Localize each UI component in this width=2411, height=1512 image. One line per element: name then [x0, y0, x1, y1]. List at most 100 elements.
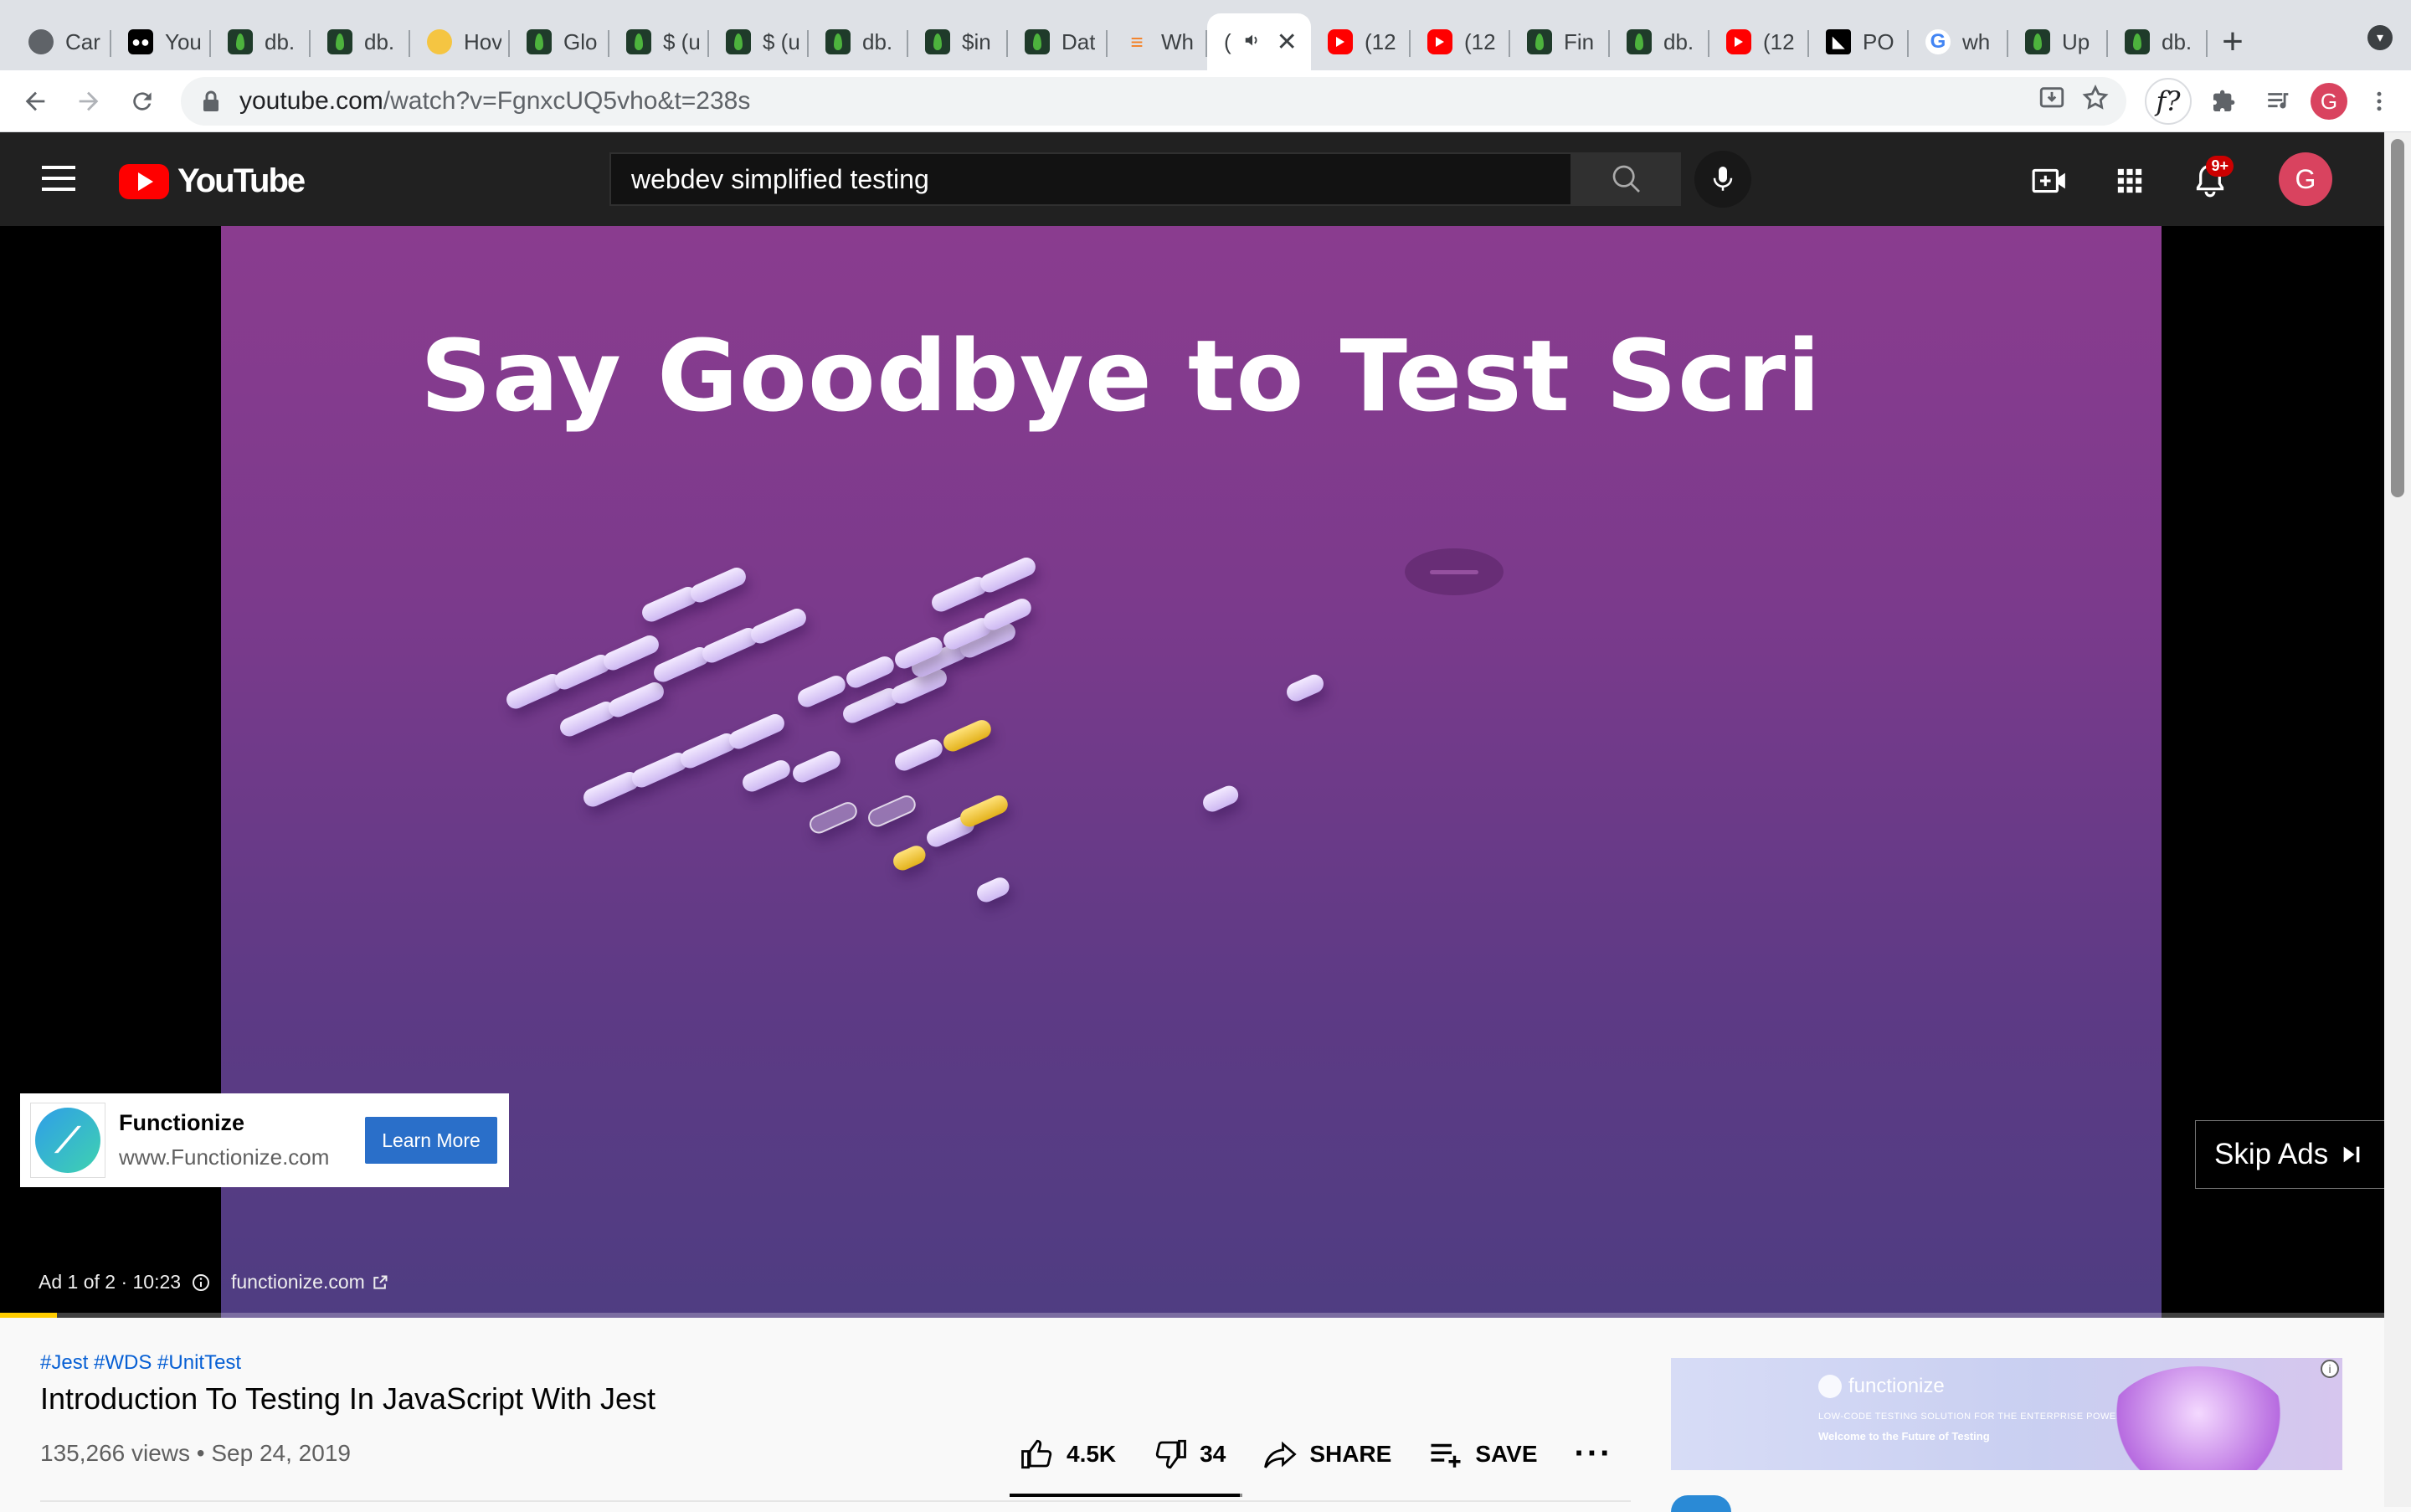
video-camera-plus-icon	[2032, 168, 2065, 193]
install-app-icon[interactable]	[2038, 84, 2066, 116]
mongodb-leaf-icon	[925, 29, 950, 54]
browser-tab[interactable]: db.	[211, 13, 311, 70]
dislike-button[interactable]: 34	[1153, 1437, 1226, 1472]
browser-tab-active[interactable]: (✕	[1207, 13, 1311, 70]
forward-button[interactable]	[65, 78, 112, 125]
video-actions: 4.5K 34 SHARE SAVE ···	[1020, 1435, 1612, 1473]
info-icon[interactable]	[191, 1273, 211, 1293]
browser-tab[interactable]: Fin	[1510, 13, 1610, 70]
lock-icon	[198, 88, 224, 115]
sidebar-ad-banner[interactable]: functionize LOW-CODE TESTING SOLUTION FO…	[1671, 1358, 2342, 1470]
browser-tab[interactable]: db.	[1610, 13, 1709, 70]
thumbs-up-icon	[1021, 1439, 1052, 1468]
browser-tab[interactable]: db.	[2108, 13, 2208, 70]
reload-button[interactable]	[119, 78, 166, 125]
browser-tab[interactable]: $in	[908, 13, 1008, 70]
browser-tab[interactable]: ●● You	[111, 13, 211, 70]
address-bar[interactable]: youtube.com/watch?v=FgnxcUQ5vho&t=238s	[181, 77, 2126, 126]
skip-ads-button[interactable]: Skip Ads	[2195, 1120, 2384, 1189]
apps-grid-button[interactable]	[2110, 161, 2150, 201]
video-graphic-pill	[940, 717, 995, 755]
search-input[interactable]: webdev simplified testing	[609, 152, 1572, 206]
next-ad-avatar[interactable]	[1671, 1495, 1731, 1512]
tab-search-dropdown-icon[interactable]: ▾	[2367, 25, 2393, 50]
back-button[interactable]	[12, 78, 59, 125]
browser-tab[interactable]: db.	[809, 13, 908, 70]
browser-tab[interactable]: ≡ Wh	[1108, 13, 1207, 70]
postman-icon: ◣	[1826, 29, 1851, 54]
ad-site-link[interactable]: functionize.com	[231, 1271, 388, 1293]
bookmark-star-icon[interactable]	[2081, 84, 2110, 116]
notifications-button[interactable]: 9+	[2190, 156, 2234, 201]
share-button[interactable]: SHARE	[1262, 1437, 1391, 1472]
like-button[interactable]: 4.5K	[1020, 1437, 1116, 1472]
like-dislike-bar	[1010, 1494, 1242, 1497]
tab-title: (12	[1763, 28, 1795, 54]
tab-title: Glo	[563, 28, 598, 54]
learn-more-button[interactable]: Learn More	[365, 1117, 497, 1164]
more-actions-icon[interactable]: ···	[1575, 1435, 1613, 1473]
tab-title: Dat	[1062, 28, 1096, 54]
tab-title: db.	[265, 28, 296, 54]
chrome-menu-button[interactable]	[2356, 78, 2403, 125]
browser-tab[interactable]: (12	[1411, 13, 1510, 70]
close-tab-icon[interactable]: ✕	[1277, 28, 1298, 57]
puzzle-icon	[2213, 90, 2235, 111]
video-graphic-pill	[600, 632, 662, 674]
user-avatar[interactable]: G	[2279, 152, 2332, 206]
media-control-button[interactable]	[2255, 78, 2302, 125]
browser-tab[interactable]: Gwh	[1909, 13, 2008, 70]
leaf-icon	[1025, 29, 1050, 54]
browser-tab[interactable]: $ (u	[609, 13, 709, 70]
browser-tab[interactable]: (12	[1709, 13, 1809, 70]
create-video-button[interactable]	[2029, 161, 2069, 201]
formula-extension-button[interactable]: f?	[2145, 78, 2192, 125]
youtube-icon	[1427, 29, 1452, 54]
voice-search-button[interactable]	[1694, 151, 1751, 208]
video-frame[interactable]: Say Goodbye to Test Scri	[221, 226, 2162, 1318]
browser-tab[interactable]: db.	[311, 13, 410, 70]
video-graphic-pill	[726, 711, 788, 753]
chrome-profile-avatar[interactable]: G	[2311, 83, 2347, 120]
ad-overlay-card[interactable]: ⟋ Functionize www.Functionize.com Learn …	[20, 1093, 509, 1187]
browser-tab[interactable]: (12	[1311, 13, 1411, 70]
tab-title: $ (u	[663, 28, 701, 54]
mongodb-leaf-icon	[626, 29, 651, 54]
tab-title: Car	[65, 28, 100, 54]
save-button[interactable]: SAVE	[1428, 1437, 1538, 1472]
hamburger-menu-icon[interactable]	[42, 166, 75, 191]
search-icon	[1612, 165, 1640, 193]
mongodb-leaf-icon	[327, 29, 352, 54]
browser-tab[interactable]: Up	[2008, 13, 2108, 70]
mongodb-leaf-icon	[726, 29, 751, 54]
google-icon: G	[1925, 29, 1951, 54]
browser-tab[interactable]: Car	[12, 13, 111, 70]
page-scrollbar[interactable]	[2384, 132, 2411, 1507]
share-label: SHARE	[1309, 1440, 1392, 1467]
extensions-button[interactable]	[2200, 78, 2247, 125]
kebab-menu-icon	[2377, 91, 2382, 111]
browser-tab[interactable]: Hov	[410, 13, 510, 70]
mongodb-leaf-icon	[825, 29, 851, 54]
video-graphic-pill	[789, 748, 844, 786]
video-graphic-pill	[687, 564, 749, 606]
youtube-logo[interactable]: YouTube	[119, 162, 306, 200]
search-button[interactable]	[1572, 152, 1681, 206]
browser-tab[interactable]: Glo	[510, 13, 609, 70]
playlist-music-icon	[2268, 93, 2289, 109]
tab-title: wh	[1962, 28, 1991, 54]
ad-info-icon[interactable]: i	[2321, 1360, 2339, 1378]
video-player[interactable]: Say Goodbye to Test Scri ⟋ Functionize w…	[0, 226, 2384, 1318]
ad-counter: Ad 1 of 2 · 10:23	[39, 1271, 211, 1293]
browser-tab[interactable]: ◣ PO	[1809, 13, 1909, 70]
new-tab-button[interactable]: +	[2208, 13, 2258, 70]
video-graphic-pill	[748, 605, 810, 647]
tab-title: db.	[364, 28, 395, 54]
scrollbar-thumb[interactable]	[2391, 139, 2404, 497]
browser-tab[interactable]: Dat	[1008, 13, 1108, 70]
browser-tab[interactable]: $ (u	[709, 13, 809, 70]
tab-title: db.	[2162, 28, 2193, 54]
microphone-icon	[1713, 167, 1733, 191]
video-hashtags[interactable]: #Jest #WDS #UnitTest	[40, 1351, 241, 1375]
speaker-icon[interactable]	[1243, 29, 1262, 55]
